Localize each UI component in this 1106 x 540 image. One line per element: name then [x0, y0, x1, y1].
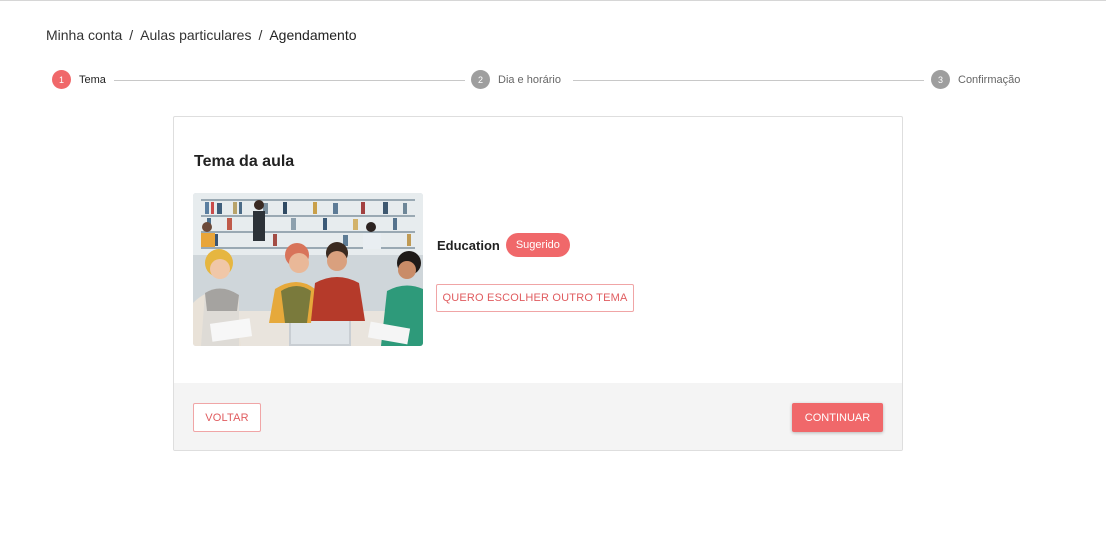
step-number: 3	[931, 70, 950, 89]
step-label: Tema	[79, 73, 106, 86]
step-connector	[114, 80, 465, 81]
step-date-time: 2 Dia e horário	[471, 70, 561, 89]
progress-stepper: 1 Tema 2 Dia e horário 3 Confirmação	[0, 70, 1106, 92]
breadcrumb-separator: /	[258, 27, 263, 43]
card-title: Tema da aula	[194, 153, 295, 170]
step-confirmation: 3 Confirmação	[931, 70, 1020, 89]
step-connector	[573, 80, 924, 81]
choose-other-topic-button[interactable]: QUERO ESCOLHER OUTRO TEMA	[436, 284, 634, 312]
back-button[interactable]: VOLTAR	[193, 403, 261, 432]
breadcrumb-item-scheduling: Agendamento	[269, 27, 357, 43]
topic-card: Tema da aula Education Sugerido QUERO ES…	[173, 116, 903, 451]
breadcrumb-item-private-lessons[interactable]: Aulas particulares	[140, 27, 251, 43]
topic-row: Education Sugerido	[437, 233, 570, 257]
breadcrumb-separator: /	[129, 27, 134, 43]
step-number: 1	[52, 70, 71, 89]
step-topic: 1 Tema	[52, 70, 106, 89]
suggested-badge: Sugerido	[505, 233, 570, 257]
step-label: Confirmação	[958, 73, 1021, 86]
top-divider	[0, 0, 1106, 1]
continue-button[interactable]: CONTINUAR	[792, 403, 883, 432]
card-footer: VOLTAR CONTINUAR	[174, 383, 902, 450]
breadcrumb-item-account[interactable]: Minha conta	[46, 27, 122, 43]
topic-name: Education	[437, 237, 500, 253]
step-number: 2	[471, 70, 490, 89]
step-label: Dia e horário	[498, 73, 561, 86]
breadcrumb: Minha conta / Aulas particulares / Agend…	[46, 27, 357, 43]
topic-image	[193, 193, 423, 346]
